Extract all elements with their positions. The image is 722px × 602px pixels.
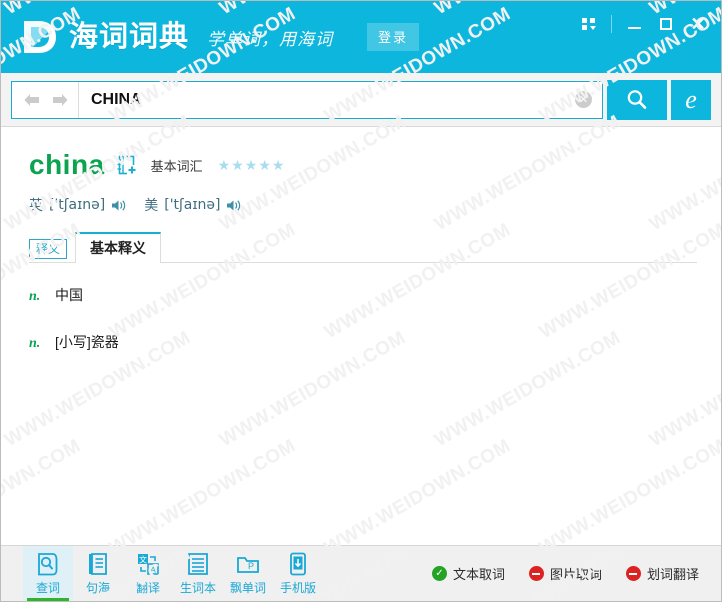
pronunciation-row: 英 ['tʃaɪnə] 美 ['tʃaɪnə] bbox=[29, 195, 697, 215]
title-bar: 海词词典 学单词，用海词 登录 ✕ bbox=[1, 1, 721, 73]
maximize-button[interactable] bbox=[651, 11, 681, 37]
svg-text:A: A bbox=[150, 566, 156, 575]
minus-circle-icon bbox=[528, 566, 544, 581]
haici-logo-icon bbox=[19, 17, 59, 57]
part-of-speech: n. bbox=[29, 336, 41, 351]
brand-name: 海词词典 bbox=[69, 20, 190, 53]
controls-divider bbox=[611, 15, 612, 33]
search-button[interactable] bbox=[607, 79, 667, 120]
apps-grid-icon[interactable] bbox=[574, 11, 604, 37]
open-in-browser-button[interactable]: e bbox=[671, 79, 711, 120]
translate-icon: 文 A bbox=[136, 551, 160, 577]
svg-text:P: P bbox=[248, 561, 254, 571]
vocabulary-level-label: 基本词汇 bbox=[150, 158, 203, 174]
close-button[interactable]: ✕ bbox=[683, 11, 713, 37]
dictionary-search-icon bbox=[36, 551, 60, 577]
tool-label: 查词 bbox=[35, 581, 60, 595]
tool-label: 生词本 bbox=[179, 581, 216, 595]
tool-button-shengciben[interactable]: 生词本 bbox=[173, 546, 223, 601]
definition-panel: china 基本词汇 ★ ★ ★ ★ ★ 英 ['tʃaɪnə] 美 ['tʃa… bbox=[1, 127, 721, 545]
status-indicators: ✓ 文本取词 图片取词 划词翻译 bbox=[431, 546, 721, 601]
arrow-left-icon[interactable] bbox=[24, 93, 40, 107]
floating-word-icon: P bbox=[236, 551, 260, 577]
star-icon: ★ bbox=[217, 157, 231, 173]
status-image-capture[interactable]: 图片取词 bbox=[528, 564, 602, 583]
tab-basic-definition[interactable]: 基本释义 bbox=[75, 232, 162, 263]
definition-list: n. 中国 n. [小写]瓷器 bbox=[29, 285, 697, 352]
arrow-right-icon[interactable] bbox=[52, 93, 68, 107]
minus-circle-icon bbox=[625, 566, 641, 581]
status-label: 划词翻译 bbox=[646, 567, 699, 582]
brand-block: 海词词典 学单词，用海词 登录 bbox=[19, 17, 420, 57]
close-icon: ✕ bbox=[690, 14, 706, 34]
definition-item: n. [小写]瓷器 bbox=[29, 332, 697, 352]
tool-button-piaodanci[interactable]: P 飘单词 bbox=[223, 546, 273, 601]
brand-slogan: 学单词，用海词 bbox=[207, 29, 334, 49]
definition-text: [小写]瓷器 bbox=[55, 334, 119, 350]
definition-tabs: 释义 基本释义 bbox=[29, 232, 697, 263]
bottom-toolbar: 查词 句海 文 A 翻译 生词本 P 飘单词 手机版 ✓ 文本取词 图片取词 划… bbox=[1, 545, 721, 601]
difficulty-stars: ★ ★ ★ ★ ★ bbox=[218, 158, 285, 172]
pronunciation-us-ipa: ['tʃaɪnə] bbox=[164, 197, 221, 213]
magnifier-icon bbox=[627, 89, 647, 109]
svg-text:文: 文 bbox=[139, 555, 147, 565]
star-icon: ★ bbox=[231, 157, 244, 173]
speaker-icon-uk[interactable] bbox=[111, 199, 126, 212]
chevron-down-icon bbox=[590, 26, 596, 30]
tool-label: 手机版 bbox=[279, 581, 316, 595]
definition-item: n. 中国 bbox=[29, 285, 697, 305]
maximize-icon bbox=[660, 18, 672, 30]
sentence-book-icon bbox=[86, 551, 110, 577]
login-button[interactable]: 登录 bbox=[367, 23, 420, 51]
check-circle-icon: ✓ bbox=[431, 566, 447, 581]
add-notebook-icon[interactable] bbox=[117, 155, 137, 176]
status-selection-translate[interactable]: 划词翻译 bbox=[625, 564, 699, 583]
tool-label: 句海 bbox=[85, 581, 110, 595]
search-bar: ✕ e bbox=[1, 73, 721, 127]
speaker-icon-us[interactable] bbox=[226, 199, 241, 212]
search-input[interactable] bbox=[79, 90, 575, 109]
status-text-capture[interactable]: ✓ 文本取词 bbox=[431, 564, 505, 583]
pronunciation-us-region: 美 bbox=[144, 198, 159, 214]
pronunciation-uk: 英 ['tʃaɪnə] bbox=[29, 195, 126, 215]
part-of-speech: n. bbox=[29, 289, 41, 304]
star-icon: ★ bbox=[244, 157, 258, 173]
search-field-wrapper: ✕ bbox=[11, 80, 603, 119]
window-controls: ✕ bbox=[574, 11, 713, 37]
status-label: 图片取词 bbox=[549, 567, 602, 582]
tool-button-shoujiban[interactable]: 手机版 bbox=[273, 546, 323, 601]
tool-button-juhai[interactable]: 句海 bbox=[73, 546, 123, 601]
status-label: 文本取词 bbox=[452, 567, 505, 582]
star-icon: ★ bbox=[258, 157, 271, 173]
clear-search-icon[interactable]: ✕ bbox=[575, 91, 592, 108]
tool-label: 翻译 bbox=[135, 581, 160, 595]
minimize-icon bbox=[627, 27, 641, 29]
minimize-button[interactable] bbox=[619, 11, 649, 37]
tool-label: 飘单词 bbox=[229, 581, 266, 595]
headword-row: china 基本词汇 ★ ★ ★ ★ ★ bbox=[29, 149, 697, 181]
tool-button-chaci[interactable]: 查词 bbox=[23, 546, 73, 601]
pronunciation-us: 美 ['tʃaɪnə] bbox=[144, 195, 241, 215]
mobile-download-icon bbox=[286, 551, 310, 577]
definition-text: 中国 bbox=[55, 287, 83, 303]
haici-dictionary-window: 海词词典 学单词，用海词 登录 ✕ CHINA ✕ e china 基本词汇 ★… bbox=[0, 0, 722, 602]
vocabulary-book-icon bbox=[186, 551, 210, 577]
tool-button-fanyi[interactable]: 文 A 翻译 bbox=[123, 546, 173, 601]
pronunciation-uk-region: 英 bbox=[29, 198, 43, 214]
headword: china bbox=[29, 149, 105, 180]
section-tag: 释义 bbox=[29, 238, 68, 259]
pronunciation-uk-ipa: ['tʃaɪnə] bbox=[49, 197, 106, 213]
tool-buttons: 查词 句海 文 A 翻译 生词本 P 飘单词 手机版 bbox=[1, 546, 323, 601]
star-icon: ★ bbox=[271, 157, 285, 173]
navigation-arrows bbox=[12, 81, 79, 118]
